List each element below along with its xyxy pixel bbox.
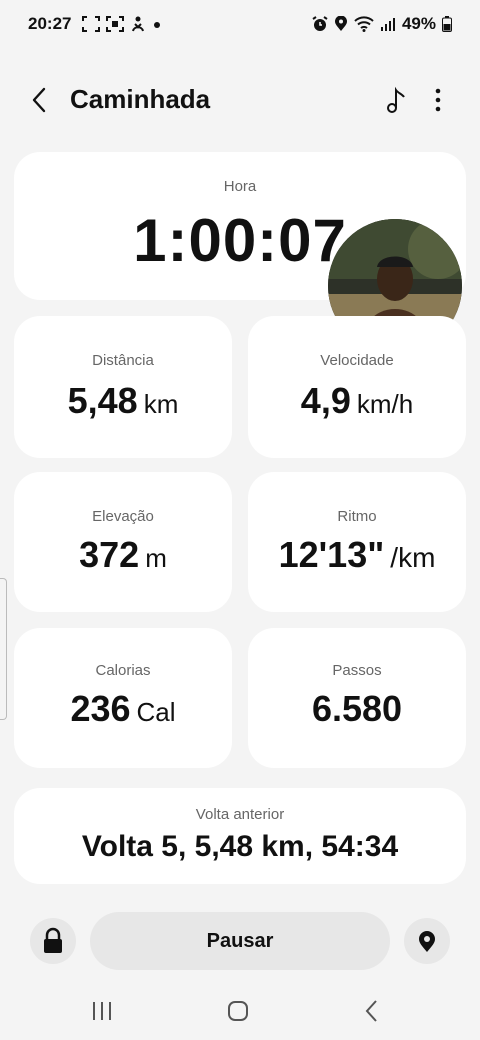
elevation-card: Elevação 372 m	[14, 472, 232, 612]
calories-number: 236	[70, 688, 131, 729]
status-bar: 20:27 49%	[0, 0, 480, 48]
workout-controls: Pausar	[0, 906, 480, 976]
speed-label: Velocidade	[320, 352, 394, 369]
pace-label: Ritmo	[337, 508, 377, 525]
calories-label: Calorias	[95, 662, 151, 679]
calories-card: Calorias 236 Cal	[14, 628, 232, 768]
distance-unit: km	[143, 389, 179, 419]
speed-unit: km/h	[356, 389, 414, 419]
calories-value: 236 Cal	[14, 688, 232, 730]
recent-apps-icon[interactable]	[82, 996, 122, 1026]
distance-value: 5,48 km	[14, 380, 232, 422]
lock-icon	[44, 927, 62, 953]
elevation-value: 372 m	[14, 534, 232, 576]
steps-card: Passos 6.580	[248, 628, 466, 768]
more-options-icon[interactable]	[426, 86, 450, 114]
back-nav-icon[interactable]	[352, 996, 392, 1026]
pace-card: Ritmo 12'13"/km	[248, 472, 466, 612]
screenshot-icon	[82, 16, 100, 32]
location-pin-icon	[419, 931, 435, 952]
signal-icon	[380, 18, 395, 31]
alarm-icon	[312, 16, 328, 31]
speed-value: 4,9 km/h	[248, 380, 466, 422]
home-icon[interactable]	[218, 996, 258, 1026]
app-header: Caminhada	[0, 72, 480, 128]
map-location-button[interactable]	[404, 918, 450, 964]
elevation-label: Elevação	[92, 508, 154, 525]
calories-unit: Cal	[136, 697, 176, 727]
accessibility-icon	[132, 16, 144, 32]
distance-number: 5,48	[67, 380, 138, 421]
edge-panel-handle[interactable]	[0, 578, 7, 720]
pace-unit: /km	[390, 542, 436, 573]
music-note-icon[interactable]	[382, 86, 410, 114]
system-nav-bar	[0, 984, 480, 1040]
elevation-unit: m	[145, 543, 167, 573]
battery-icon	[442, 16, 452, 32]
back-icon[interactable]	[26, 86, 54, 114]
battery-percent: 49%	[401, 14, 436, 33]
location-icon	[334, 16, 347, 31]
steps-label: Passos	[332, 662, 382, 679]
screen-record-icon	[106, 16, 124, 32]
speed-card: Velocidade 4,9 km/h	[248, 316, 466, 458]
status-time: 20:27	[28, 14, 72, 33]
page-title: Caminhada	[70, 84, 211, 114]
dot-icon	[154, 22, 160, 28]
elevation-number: 372	[79, 534, 140, 575]
lock-button[interactable]	[30, 918, 76, 964]
distance-label: Distância	[92, 352, 154, 369]
wifi-icon	[354, 16, 374, 32]
previous-lap-value: Volta 5, 5,48 km, 54:34	[81, 830, 399, 863]
time-label: Hora	[223, 178, 257, 195]
steps-value: 6.580	[311, 688, 403, 729]
distance-card: Distância 5,48 km	[14, 316, 232, 458]
pace-value: 12'13"/km	[248, 534, 466, 576]
pace-number: 12'13"	[278, 534, 385, 575]
previous-lap-label: Volta anterior	[195, 806, 285, 823]
previous-lap-card: Volta anterior Volta 5, 5,48 km, 54:34	[14, 788, 466, 884]
speed-number: 4,9	[300, 380, 351, 421]
pause-button[interactable]: Pausar	[90, 912, 390, 970]
